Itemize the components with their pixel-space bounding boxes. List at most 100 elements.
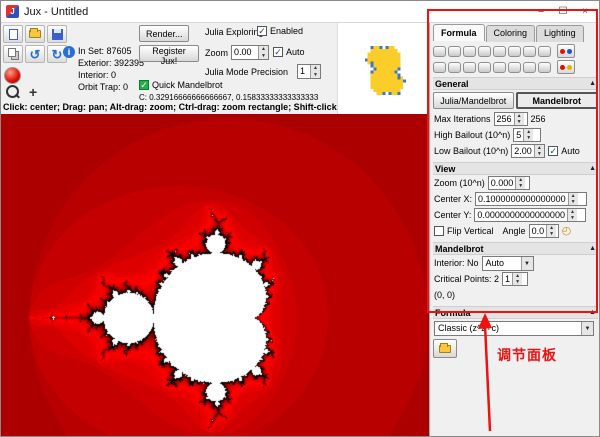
formula-preset-button[interactable] — [433, 46, 446, 57]
pan-tool-icon[interactable]: + — [29, 85, 37, 99]
quick-mandelbrot-label: Quick Mandelbrot — [152, 80, 223, 90]
formula-preset-button[interactable] — [463, 62, 476, 73]
formula-preset-button[interactable] — [538, 62, 551, 73]
high-bailout-spinner[interactable]: 5 ▲▼ — [513, 128, 541, 142]
tab-formula[interactable]: Formula — [433, 24, 485, 41]
section-view[interactable]: View ▲ — [433, 162, 598, 175]
formula-preset-button[interactable] — [508, 46, 521, 57]
formula-preset-button[interactable] — [448, 46, 461, 57]
formula-preset-row-1 — [433, 44, 598, 58]
julia-exploring-label: Julia Exploring — [205, 27, 264, 37]
formula-preset-button[interactable] — [508, 62, 521, 73]
copy-icon — [8, 48, 16, 57]
save-icon — [52, 29, 63, 40]
orbit-trap-readout: Orbit Trap: 0 — [78, 82, 128, 92]
collapse-icon[interactable]: ▲ — [589, 165, 596, 172]
spinner-arrows-icon[interactable]: ▲▼ — [568, 193, 578, 205]
enabled-checkbox[interactable]: ✓ Enabled — [257, 26, 303, 36]
chevron-down-icon[interactable]: ▼ — [521, 257, 533, 270]
formula-preset-button[interactable] — [463, 46, 476, 57]
formula-preset-button[interactable] — [523, 46, 536, 57]
quick-mandelbrot-checkbox[interactable]: ✓ Quick Mandelbrot — [139, 80, 223, 90]
new-file-button[interactable] — [3, 25, 23, 43]
settings-panel: Formula Coloring Lighting — [429, 23, 600, 437]
formula-preset-button[interactable] — [433, 62, 446, 73]
enabled-label: Enabled — [270, 26, 303, 36]
formula-preset-button[interactable] — [448, 62, 461, 73]
julia-mandelbrot-button[interactable]: Julia/Mandelbrot — [433, 92, 514, 109]
spinner-arrows-icon[interactable]: ▲▼ — [512, 273, 522, 285]
in-set-readout: In Set: 87605 — [78, 46, 132, 56]
open-folder-icon — [439, 345, 451, 353]
orbit-trap-icon[interactable] — [4, 67, 21, 84]
save-file-button[interactable] — [47, 25, 67, 43]
section-mandelbrot[interactable]: Mandelbrot ▲ — [433, 242, 598, 255]
tab-lighting[interactable]: Lighting — [536, 25, 584, 42]
formula-preset-button[interactable] — [478, 62, 491, 73]
close-button[interactable]: × — [574, 3, 596, 20]
julia-precision-label: Julia Mode Precision — [205, 67, 288, 77]
section-general[interactable]: General ▲ — [433, 77, 598, 90]
preset-extra-button-2[interactable] — [557, 60, 575, 74]
undo-icon: ↺ — [30, 48, 41, 61]
interior-mode-dropdown[interactable]: Auto ▼ — [482, 256, 534, 271]
red-dot-icon — [560, 49, 565, 54]
spinner-arrows-icon[interactable]: ▲▼ — [523, 129, 533, 141]
flip-vertical-checkbox[interactable]: Flip Vertical — [434, 226, 494, 236]
chevron-down-icon[interactable]: ▼ — [581, 322, 593, 335]
copy-button[interactable] — [3, 45, 23, 63]
undo-button[interactable]: ↺ — [25, 45, 45, 63]
low-bailout-spinner[interactable]: 2.00 ▲▼ — [511, 144, 545, 158]
info-icon[interactable]: i — [63, 46, 75, 58]
angle-spinner[interactable]: 0.0 ▲▼ — [529, 224, 559, 238]
center-y-spinner[interactable]: 0.0000000000000000 ▲▼ — [474, 208, 586, 222]
red-dot-icon — [560, 65, 565, 70]
formula-preset-button[interactable] — [478, 46, 491, 57]
mandelbrot-canvas[interactable] — [1, 114, 429, 437]
spinner-arrows-icon[interactable]: ▲▼ — [514, 113, 524, 125]
julia-zoom-auto-checkbox[interactable]: ✓ Auto — [273, 47, 305, 57]
open-formula-button[interactable] — [433, 339, 457, 358]
spinner-arrows-icon[interactable]: ▲▼ — [258, 46, 268, 59]
maximize-button[interactable]: ☐ — [552, 3, 574, 20]
register-button[interactable]: Register Jux! — [139, 45, 199, 62]
view-zoom-spinner[interactable]: 0.000 ▲▼ — [488, 176, 530, 190]
julia-preview-canvas[interactable] — [350, 31, 418, 107]
annotation-label: 调节面板 — [497, 345, 557, 365]
julia-precision-spinner[interactable]: 1 ▲▼ — [297, 64, 321, 79]
critical-point-coords: (0, 0) — [434, 290, 455, 300]
collapse-icon[interactable]: ▲ — [589, 309, 596, 316]
auto-label: Auto — [561, 146, 580, 156]
collapse-icon[interactable]: ▲ — [589, 245, 596, 252]
julia-zoom-spinner[interactable]: 0.00 ▲▼ — [231, 45, 269, 60]
mandelbrot-button[interactable]: Mandelbrot — [516, 92, 599, 109]
collapse-icon[interactable]: ▲ — [589, 80, 596, 87]
flip-vertical-label: Flip Vertical — [447, 226, 494, 236]
spinner-arrows-icon[interactable]: ▲▼ — [546, 225, 556, 237]
max-iterations-spinner[interactable]: 256 ▲▼ — [494, 112, 528, 126]
render-button[interactable]: Render... — [139, 25, 189, 42]
protractor-icon[interactable]: ◴ — [562, 226, 572, 237]
angle-label: Angle — [503, 226, 526, 236]
section-formula[interactable]: Formula ▲ — [433, 306, 598, 319]
preset-extra-button-1[interactable] — [557, 44, 575, 58]
minimize-button[interactable]: – — [530, 3, 552, 20]
low-bailout-auto-checkbox[interactable]: ✓ Auto — [548, 146, 580, 156]
exterior-readout: Exterior: 392395 — [78, 58, 144, 68]
auto-label: Auto — [286, 47, 305, 57]
spinner-arrows-icon[interactable]: ▲▼ — [515, 177, 525, 189]
formula-preset-button[interactable] — [523, 62, 536, 73]
formula-preset-button[interactable] — [493, 62, 506, 73]
spinner-arrows-icon[interactable]: ▲▼ — [534, 145, 544, 157]
critical-points-spinner[interactable]: 1 ▲▼ — [502, 272, 528, 286]
open-file-button[interactable] — [25, 25, 45, 43]
center-x-spinner[interactable]: 0.1000000000000000 ▲▼ — [475, 192, 587, 206]
new-file-icon — [9, 29, 18, 40]
tab-coloring[interactable]: Coloring — [486, 25, 536, 42]
formula-preset-button[interactable] — [538, 46, 551, 57]
spinner-arrows-icon[interactable]: ▲▼ — [310, 65, 320, 78]
zoom-tool-icon[interactable] — [3, 83, 23, 101]
formula-dropdown[interactable]: Classic (z^2+c) ▼ — [434, 321, 594, 336]
formula-preset-button[interactable] — [493, 46, 506, 57]
spinner-arrows-icon[interactable]: ▲▼ — [567, 209, 577, 221]
